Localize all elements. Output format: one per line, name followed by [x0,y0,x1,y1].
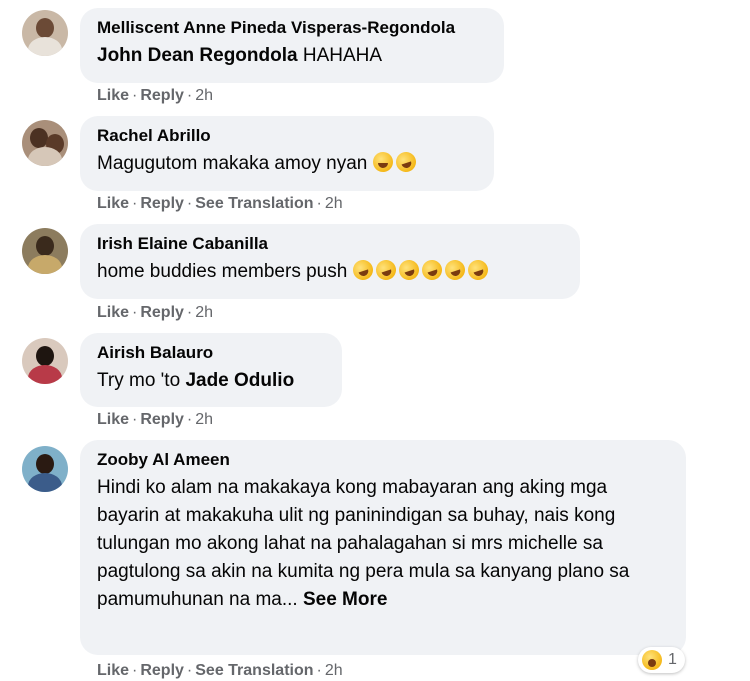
timestamp[interactable]: 2h [195,304,213,321]
reply-button[interactable]: Reply [140,87,184,104]
like-button[interactable]: Like [97,195,129,212]
avatar[interactable] [22,338,68,384]
timestamp[interactable]: 2h [195,87,213,104]
see-translation-button[interactable]: See Translation [195,195,313,212]
rofl-face-icon [441,257,468,283]
rofl-face-icon [418,257,445,283]
comment-actions: Like · Reply · See Translation · 2h [97,662,343,679]
reply-button[interactable]: Reply [140,411,184,428]
like-button[interactable]: Like [97,411,129,428]
comment-text: John Dean Regondola HAHAHA [97,45,383,66]
comment-text: Hindi ko alam na makakaya kong mabayaran… [97,477,630,610]
reply-button[interactable]: Reply [140,662,184,679]
comment-bubble: Irish Elaine Cabanilla home buddies memb… [80,224,580,299]
comment-author[interactable]: Airish Balauro [97,342,324,363]
haha-reaction-icon [642,650,662,670]
like-button[interactable]: Like [97,662,129,679]
comment-text: home buddies members push [97,257,562,286]
timestamp[interactable]: 2h [325,662,343,679]
like-button[interactable]: Like [97,87,129,104]
rofl-face-icon [464,257,491,283]
comment-author[interactable]: Zooby Al Ameen [97,449,668,470]
mention-link[interactable]: John Dean Regondola [97,45,298,66]
comment-actions: Like · Reply · See Translation · 2h [97,195,343,212]
reply-button[interactable]: Reply [140,304,184,321]
avatar[interactable] [22,228,68,274]
like-button[interactable]: Like [97,304,129,321]
comment-author[interactable]: Melliscent Anne Pineda Visperas-Regondol… [97,17,486,38]
rofl-face-icon [349,257,376,283]
rofl-face-icon [393,149,419,175]
comment-bubble: Rachel Abrillo Magugutom makaka amoy nya… [80,116,494,191]
mention-link[interactable]: Jade Odulio [185,370,294,391]
comment-actions: Like · Reply · 2h [97,87,214,104]
rofl-face-icon [372,257,399,283]
comment-author[interactable]: Irish Elaine Cabanilla [97,233,562,254]
comment-author[interactable]: Rachel Abrillo [97,125,476,146]
rofl-face-icon [395,257,422,283]
avatar[interactable] [22,120,68,166]
comment-text: Try mo 'to Jade Odulio [97,370,295,391]
comment-bubble: Airish Balauro Try mo 'to Jade Odulio [80,333,342,407]
grinning-face-icon [372,152,393,172]
timestamp[interactable]: 2h [195,411,213,428]
comment-bubble: Melliscent Anne Pineda Visperas-Regondol… [80,8,504,83]
avatar[interactable] [22,10,68,56]
comment-bubble: Zooby Al Ameen Hindi ko alam na makakaya… [80,440,686,655]
comment-text: Magugutom makaka amoy nyan [97,149,476,178]
reaction-count[interactable]: 1 [638,647,685,673]
see-translation-button[interactable]: See Translation [195,662,313,679]
reply-button[interactable]: Reply [140,195,184,212]
comment-actions: Like · Reply · 2h [97,411,214,428]
comment-actions: Like · Reply · 2h [97,304,214,321]
see-more-link[interactable]: See More [303,589,387,610]
avatar[interactable] [22,446,68,492]
timestamp[interactable]: 2h [325,195,343,212]
